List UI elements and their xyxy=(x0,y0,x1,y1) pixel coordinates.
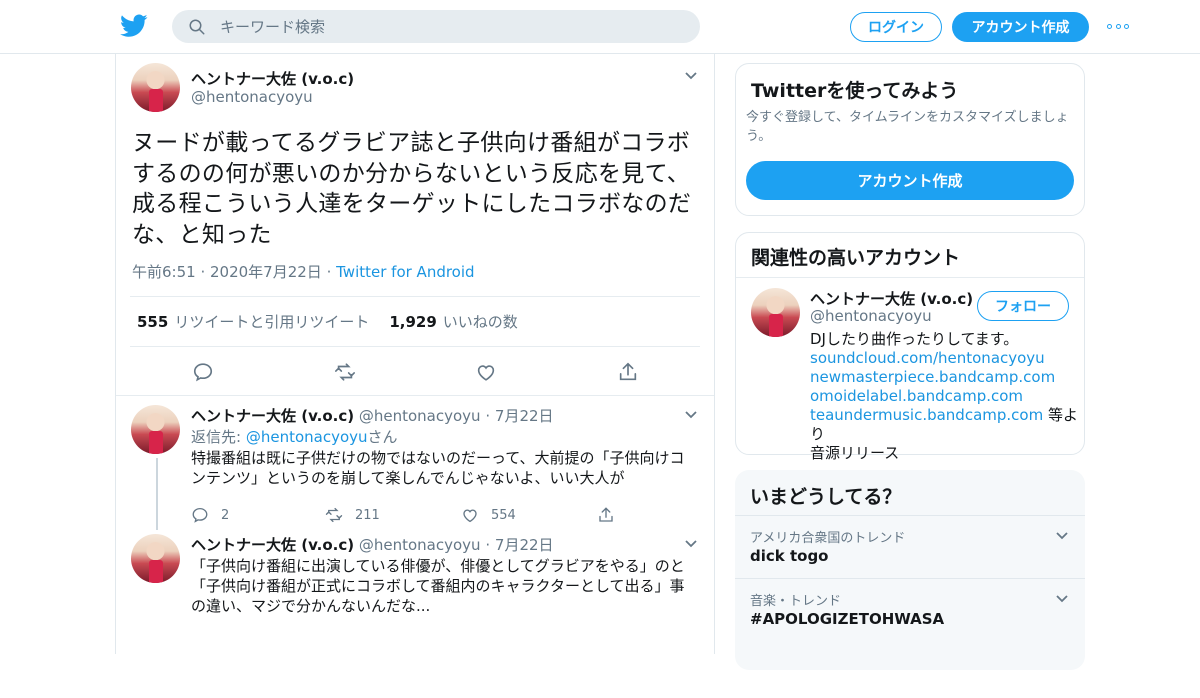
tweet-time: 午前6:51 xyxy=(132,263,196,281)
like-label[interactable]: いいねの数 xyxy=(443,311,518,332)
search-icon xyxy=(189,19,205,34)
reply-icon xyxy=(192,507,208,523)
reply-date[interactable]: 7月22日 xyxy=(495,536,554,554)
bio-link[interactable]: omoidelabel.bandcamp.com xyxy=(810,387,1080,406)
more-icon[interactable] xyxy=(1107,22,1129,30)
follow-button[interactable]: フォロー xyxy=(977,291,1069,321)
reply-header: ヘントナー大佐 (v.o.c) @hentonacyoyu · 7月22日 xyxy=(191,405,554,426)
reply-to-suffix: さん xyxy=(367,428,398,446)
heart-icon xyxy=(463,509,477,523)
reply-date[interactable]: 7月22日 xyxy=(495,407,554,425)
bio-text: DJしたり曲作ったりしてます。 xyxy=(810,330,1019,348)
trend-context: 音楽・トレンド xyxy=(750,594,842,609)
trend-item[interactable]: 音楽・トレンド #APOLOGIZETOHWASA xyxy=(735,578,1085,641)
reply-to: 返信先: @hentonacyoyuさん xyxy=(191,426,398,447)
avatar[interactable] xyxy=(131,534,180,583)
main-column: ヘントナー大佐 (v.o.c) @hentonacyoyu ヌードが載ってるグラ… xyxy=(115,54,715,654)
search-input[interactable] xyxy=(220,17,660,36)
share-icon xyxy=(599,507,613,522)
trend-item[interactable]: アメリカ合衆国のトレンド dick togo xyxy=(735,515,1085,578)
divider xyxy=(116,395,714,396)
divider xyxy=(736,277,1084,278)
related-title: 関連性の高いアカウント xyxy=(751,247,961,269)
trends-title: いまどうしてる？ xyxy=(750,486,902,508)
bio-link[interactable]: teaundermusic.bandcamp.com xyxy=(810,406,1043,424)
reply-header: ヘントナー大佐 (v.o.c) @hentonacyoyu · 7月22日 xyxy=(191,534,554,555)
retweet-count[interactable]: 555 xyxy=(137,313,168,331)
chevron-down-icon[interactable] xyxy=(684,410,698,420)
author-handle[interactable]: @hentonacyoyu xyxy=(359,536,481,554)
reply-tweet[interactable]: ヘントナー大佐 (v.o.c) @hentonacyoyu · 7月22日 返信… xyxy=(116,405,716,535)
trend-name[interactable]: #APOLOGIZETOHWASA xyxy=(750,610,944,628)
signup-button[interactable]: アカウント作成 xyxy=(952,12,1089,42)
avatar[interactable] xyxy=(751,288,800,337)
like-button[interactable]: 554 xyxy=(461,506,516,524)
search-box[interactable] xyxy=(172,10,700,43)
tweet-actions xyxy=(116,357,716,387)
tweet-meta: 午前6:51 · 2020年7月22日 · Twitter for Androi… xyxy=(132,261,475,282)
avatar[interactable] xyxy=(131,405,180,454)
retweet-icon[interactable] xyxy=(334,361,356,383)
chevron-down-icon[interactable] xyxy=(684,71,698,81)
signup-card: Twitterを使ってみよう 今すぐ登録して、タイムラインをカスタマイズしましょ… xyxy=(735,63,1085,216)
retweet-label[interactable]: リツイートと引用リツイート xyxy=(174,311,369,332)
bio-link[interactable]: soundcloud.com/hentonacyoyu xyxy=(810,349,1080,368)
signup-card-title: Twitterを使ってみよう xyxy=(751,80,959,102)
tweet-text: ヌードが載ってるグラビア誌と子供向け番組がコラボするのの何が悪いのか分からないと… xyxy=(132,130,692,248)
bio-text: 音源リリース xyxy=(810,444,900,462)
bio-link[interactable]: newmasterpiece.bandcamp.com xyxy=(810,368,1080,387)
reply-to-link[interactable]: @hentonacyoyu xyxy=(246,428,368,446)
reply-actions: 2 211 554 xyxy=(191,506,641,528)
create-account-button[interactable]: アカウント作成 xyxy=(746,161,1074,200)
chevron-down-icon[interactable] xyxy=(1055,531,1069,541)
meta-separator: · xyxy=(195,263,210,281)
author-handle[interactable]: @hentonacyoyu xyxy=(359,407,481,425)
trend-context: アメリカ合衆国のトレンド xyxy=(750,531,906,546)
tweet-stats: 555 リツイートと引用リツイート 1,929 いいねの数 xyxy=(130,296,700,347)
chevron-down-icon[interactable] xyxy=(684,539,698,549)
reply-text: 特撮番組は既に子供だけの物ではないのだーって、大前提の「子供向けコンテンツ」とい… xyxy=(191,449,685,487)
author-name[interactable]: ヘントナー大佐 (v.o.c) xyxy=(191,536,354,554)
reply-to-prefix: 返信先: xyxy=(191,428,242,446)
retweet-button[interactable]: 211 xyxy=(325,506,380,524)
author-name[interactable]: ヘントナー大佐 (v.o.c) xyxy=(191,407,354,425)
tweet-source-link[interactable]: Twitter for Android xyxy=(336,263,474,281)
author-name[interactable]: ヘントナー大佐 (v.o.c) xyxy=(191,68,354,89)
meta-separator: · xyxy=(485,536,491,554)
retweet-icon xyxy=(325,507,343,523)
trends-card: いまどうしてる？ アメリカ合衆国のトレンド dick togo 音楽・トレンド … xyxy=(735,470,1085,670)
reply-button[interactable]: 2 xyxy=(191,506,229,524)
reply-actions xyxy=(191,676,641,698)
share-icon[interactable] xyxy=(617,361,639,383)
meta-separator: · xyxy=(321,263,337,281)
like-count: 554 xyxy=(491,507,516,523)
like-count[interactable]: 1,929 xyxy=(389,313,436,331)
author-handle[interactable]: @hentonacyoyu xyxy=(191,88,313,106)
avatar[interactable] xyxy=(131,63,180,112)
login-button[interactable]: ログイン xyxy=(850,12,942,42)
tweet-date: 2020年7月22日 xyxy=(210,263,322,281)
trend-name[interactable]: dick togo xyxy=(750,547,829,565)
reply-count: 2 xyxy=(221,507,230,523)
related-handle[interactable]: @hentonacyoyu xyxy=(810,307,932,325)
top-bar: ログイン アカウント作成 xyxy=(0,0,1200,54)
reply-text: 「子供向け番組に出演している俳優が、俳優としてグラビアをやる」のと「子供向け番組… xyxy=(191,557,685,615)
heart-icon[interactable] xyxy=(475,361,497,383)
retweet-count: 211 xyxy=(355,507,380,523)
meta-separator: · xyxy=(485,407,491,425)
thread-line xyxy=(156,458,158,530)
chevron-down-icon[interactable] xyxy=(1055,594,1069,604)
reply-tweet[interactable]: ヘントナー大佐 (v.o.c) @hentonacyoyu · 7月22日 「子… xyxy=(116,534,716,664)
share-button[interactable] xyxy=(597,506,627,524)
signup-card-desc: 今すぐ登録して、タイムラインをカスタマイズしましょう。 xyxy=(746,110,1069,144)
related-accounts-card: 関連性の高いアカウント ヘントナー大佐 (v.o.c) @hentonacyoy… xyxy=(735,232,1085,462)
reply-icon[interactable] xyxy=(192,361,214,383)
twitter-bird-icon[interactable] xyxy=(120,13,148,39)
related-name[interactable]: ヘントナー大佐 (v.o.c) xyxy=(810,288,973,309)
related-bio: DJしたり曲作ったりしてます。 soundcloud.com/hentonacy… xyxy=(810,330,1080,463)
